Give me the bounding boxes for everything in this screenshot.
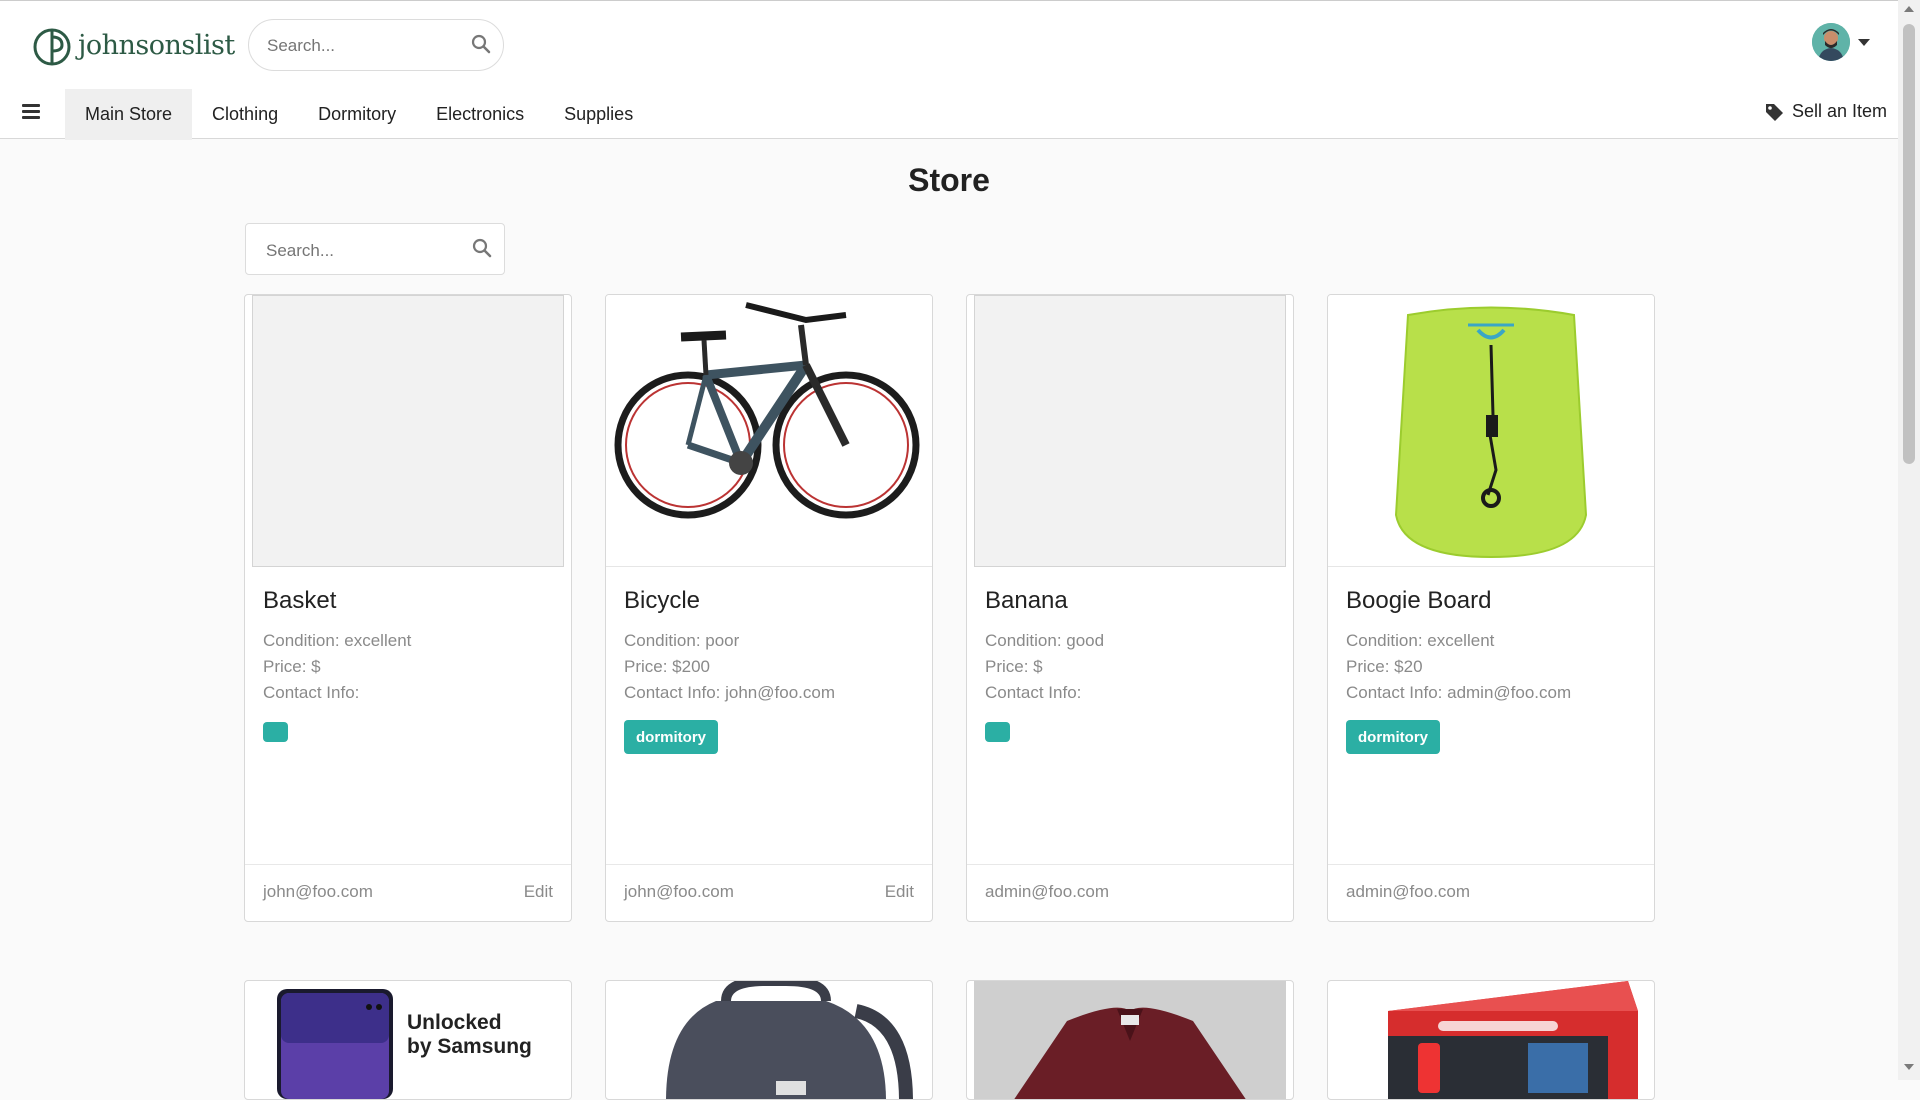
- item-card-bicycle[interactable]: Bicycle Condition: poor Price: $200 Cont…: [605, 294, 933, 922]
- item-image-boogie-board[interactable]: [1328, 295, 1654, 567]
- tag-icon: [1766, 103, 1783, 121]
- scroll-down-icon[interactable]: [1904, 1064, 1914, 1070]
- phone-promo-line-2: by Samsung: [407, 1035, 532, 1058]
- item-condition: Condition: good: [985, 631, 1105, 650]
- nav-item-electronics[interactable]: Electronics: [416, 89, 544, 140]
- search-icon[interactable]: [472, 238, 492, 258]
- item-tag-badge[interactable]: dormitory: [1346, 720, 1441, 754]
- seller-email: john@foo.com: [624, 882, 734, 901]
- scrollbar[interactable]: [1898, 0, 1920, 1080]
- item-tag-badge[interactable]: [985, 722, 1010, 742]
- edit-link[interactable]: Edit: [524, 882, 553, 902]
- store-search-input[interactable]: [264, 237, 458, 265]
- logo-text: johnsonslist: [78, 29, 235, 61]
- phone-promo-line-1: Unlocked: [407, 1011, 502, 1034]
- item-contact: Contact Info: john@foo.com: [624, 683, 835, 702]
- item-card-banana[interactable]: Banana Condition: good Price: $ Contact …: [966, 294, 1294, 922]
- phone-promo-text: Unlocked by Samsung: [407, 1011, 532, 1059]
- bicycle-image: [614, 302, 920, 519]
- card-footer: admin@foo.com: [1328, 864, 1654, 921]
- hamburger-menu-icon[interactable]: [22, 104, 40, 122]
- item-condition: Condition: excellent: [1346, 631, 1495, 650]
- item-condition: Condition: poor: [624, 631, 740, 650]
- logo[interactable]: johnsonslist: [32, 21, 235, 69]
- game-console-image: [1388, 981, 1638, 1099]
- item-card-basket[interactable]: Basket Condition: excellent Price: $ Con…: [244, 294, 572, 922]
- seller-email: admin@foo.com: [985, 882, 1110, 901]
- item-title: Boogie Board: [1346, 587, 1492, 614]
- seller-email: admin@foo.com: [1346, 882, 1471, 901]
- seller-email: john@foo.com: [263, 882, 373, 901]
- item-image-bicycle[interactable]: [606, 295, 932, 567]
- card-footer: john@foo.com Edit: [245, 864, 571, 921]
- item-contact: Contact Info: admin@foo.com: [1346, 683, 1572, 702]
- item-title: Bicycle: [624, 587, 701, 614]
- item-price: Price: $20: [1346, 657, 1423, 676]
- store-search: [245, 223, 505, 275]
- item-price: Price: $: [985, 657, 1043, 676]
- item-tag-badge[interactable]: [263, 722, 288, 742]
- top-navbar: johnsonslist Main Store Clothing Dormito…: [0, 0, 1898, 140]
- boogie-board-image: [1394, 306, 1588, 559]
- item-card-phone[interactable]: Unlocked by Samsung: [244, 980, 572, 1100]
- backpack-image: [666, 981, 913, 1099]
- nav-item-clothing[interactable]: Clothing: [192, 89, 298, 140]
- item-price: Price: $: [263, 657, 321, 676]
- item-title: Basket: [263, 587, 337, 614]
- item-condition: Condition: excellent: [263, 631, 412, 650]
- avatar[interactable]: [1812, 23, 1850, 61]
- category-nav: Main Store Clothing Dormitory Electronic…: [65, 89, 653, 140]
- header-search-input[interactable]: [265, 32, 459, 60]
- card-footer: admin@foo.com: [967, 864, 1293, 921]
- search-icon[interactable]: [471, 34, 491, 54]
- scrollbar-thumb[interactable]: [1903, 24, 1915, 464]
- item-card-jacket[interactable]: [966, 980, 1294, 1100]
- item-card-boogie-board[interactable]: Boogie Board Condition: excellent Price:…: [1327, 294, 1655, 922]
- item-image-placeholder[interactable]: [974, 295, 1286, 567]
- item-contact: Contact Info:: [263, 683, 360, 702]
- sell-item-button[interactable]: Sell an Item: [1764, 101, 1887, 122]
- item-tag-badge[interactable]: dormitory: [624, 720, 719, 754]
- chevron-down-icon[interactable]: [1858, 38, 1870, 46]
- edit-link[interactable]: Edit: [885, 882, 914, 902]
- nav-item-main-store[interactable]: Main Store: [65, 89, 193, 140]
- item-image-placeholder[interactable]: [252, 295, 564, 567]
- page-title: Store: [908, 162, 990, 198]
- nav-item-dormitory[interactable]: Dormitory: [298, 89, 416, 140]
- nav-item-supplies[interactable]: Supplies: [544, 89, 653, 140]
- sell-item-label: Sell an Item: [1792, 101, 1888, 121]
- avatar-icon: [1812, 23, 1850, 61]
- item-card-nintendo-switch[interactable]: [1327, 980, 1655, 1100]
- item-contact: Contact Info:: [985, 683, 1082, 702]
- user-menu[interactable]: [1812, 23, 1870, 61]
- logo-icon: [33, 28, 71, 66]
- header-search: [248, 19, 504, 71]
- jacket-image: [974, 981, 1286, 1099]
- item-card-backpack[interactable]: [605, 980, 933, 1100]
- scroll-up-icon[interactable]: [1904, 6, 1914, 12]
- item-price: Price: $200: [624, 657, 710, 676]
- card-footer: john@foo.com Edit: [606, 864, 932, 921]
- item-title: Banana: [985, 587, 1068, 614]
